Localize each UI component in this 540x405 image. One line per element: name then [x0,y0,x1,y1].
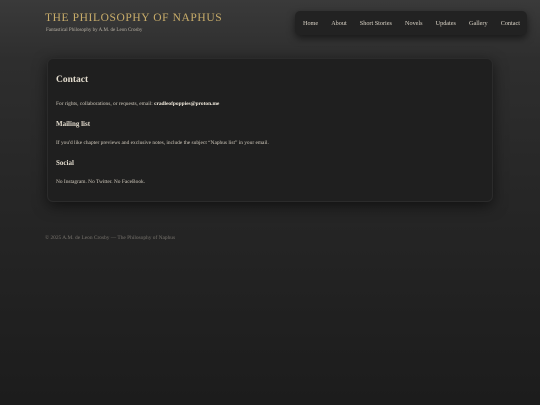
nav-contact-link[interactable]: Contact [501,20,520,27]
contact-card: Contact For rights, collaborations, or r… [47,58,493,202]
mailing-list-heading: Mailing list [56,120,91,128]
site-header: THE PHILOSOPHY OF NAPHUS Fantastical Phi… [0,0,540,50]
contact-rights-text: For rights, collaborations, or requests,… [56,101,219,107]
nav-updates-link[interactable]: Updates [436,20,456,27]
social-text: No Instagram. No Twitter. No FaceBook. [56,179,146,185]
rights-text: For rights, collaborations, or requests,… [56,101,155,107]
contact-heading: Contact [56,75,89,85]
nav-short-stories-link[interactable]: Short Stories [360,20,392,27]
site-title[interactable]: THE PHILOSOPHY OF NAPHUS [45,12,222,24]
nav-novels-link[interactable]: Novels [405,20,423,27]
main-nav: Home About Short Stories Novels Updates … [295,11,527,35]
nav-about-link[interactable]: About [331,20,346,27]
mailing-list-text: If you'd like chapter previews and exclu… [56,140,269,146]
footer-copyright: © 2025 A.M. de Leon Crosby — The Philoso… [45,235,176,241]
social-heading: Social [56,159,74,167]
nav-gallery-link[interactable]: Gallery [469,20,488,27]
site-tagline: Fantastical Philosophy by A.M. de Leon C… [46,28,143,33]
contact-email[interactable]: cradleofpoppies@proton.me [154,101,219,107]
nav-home-link[interactable]: Home [303,20,318,27]
